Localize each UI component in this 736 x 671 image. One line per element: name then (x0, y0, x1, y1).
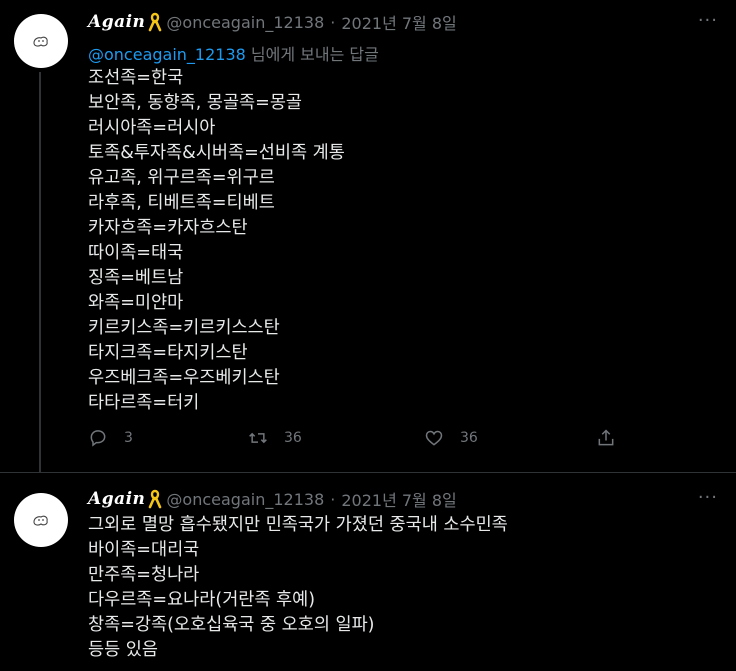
retweet-button[interactable]: 36 (248, 428, 302, 448)
tweet-header: Again @onceagain_12138 · 2021년 7월 8일 ··· (88, 10, 736, 34)
tweet-line: 토족&투자족&시버족=선비족 계통 (88, 143, 345, 163)
tweet-line: 우즈베크족=우즈베키스탄 (88, 368, 280, 388)
share-button[interactable] (596, 428, 616, 448)
header-separator: · (330, 12, 336, 32)
tweet-line: 징족=베트남 (88, 268, 184, 288)
avatar[interactable] (14, 14, 68, 68)
more-icon[interactable]: ··· (698, 12, 718, 30)
tweet-line: 와족=미얀마 (88, 293, 184, 313)
retweet-icon (249, 432, 267, 444)
tweet-line: 카자흐족=카자흐스탄 (88, 218, 248, 238)
user-handle[interactable]: @onceagain_12138 (166, 490, 324, 509)
tweet-line: 바이족=대리국 (88, 540, 200, 560)
tweet-line: 타타르족=터키 (88, 393, 200, 413)
tweet-line: 유고족, 위구르족=위구르 (88, 168, 275, 188)
tweet-date[interactable]: 2021년 7월 8일 (341, 487, 456, 511)
yellow-ribbon-icon (148, 12, 162, 32)
tweet-line: 만주족=청나라 (88, 565, 200, 585)
tweet-line: 따이족=태국 (88, 243, 184, 263)
tweet-line: 키르키스족=키르키스스탄 (88, 318, 280, 338)
tweet-line: 그외로 멸망 흡수됐지만 민족국가 가졌던 중국내 소수민족 (88, 515, 508, 535)
avatar[interactable] (14, 493, 68, 547)
retweet-count: 36 (284, 430, 302, 446)
tweet-body: 그외로 멸망 흡수됐지만 민족국가 가졌던 중국내 소수민족 바이족=대리국 만… (88, 513, 508, 663)
like-button[interactable]: 36 (424, 428, 478, 448)
tweet-body: 조선족=한국 보안족, 동향족, 몽골족=몽골 러시아족=러시아 토족&투자족&… (88, 66, 345, 416)
header-separator: · (330, 489, 336, 509)
tweet-header: Again @onceagain_12138 · 2021년 7월 8일 ··· (88, 487, 736, 511)
tweet-2[interactable]: Again @onceagain_12138 · 2021년 7월 8일 ···… (0, 472, 736, 671)
tweet-line: 창족=강족(오호십육국 중 오호의 일파) (88, 615, 375, 635)
display-name[interactable]: Again (88, 12, 145, 32)
avatar-doodle-icon (33, 36, 48, 47)
tweet-date[interactable]: 2021년 7월 8일 (341, 10, 456, 34)
like-icon (425, 430, 443, 446)
reply-button[interactable]: 3 (88, 428, 133, 448)
tweet-line: 러시아족=러시아 (88, 118, 216, 138)
share-icon (598, 429, 614, 446)
more-icon[interactable]: ··· (698, 489, 718, 507)
tweet-line: 라후족, 티베트족=티베트 (88, 193, 275, 213)
tweet-1[interactable]: Again @onceagain_12138 · 2021년 7월 8일 ···… (0, 0, 736, 472)
avatar-doodle-icon (33, 515, 48, 526)
replying-to: @onceagain_12138 님에게 보내는 답글 (88, 41, 379, 65)
tweet-line: 조선족=한국 (88, 68, 184, 88)
tweet-line: 등등 있음 (88, 640, 158, 660)
replying-mention-link[interactable]: @onceagain_12138 (88, 45, 246, 64)
yellow-ribbon-icon (148, 489, 162, 509)
reply-icon (90, 430, 106, 447)
reply-count: 3 (124, 430, 133, 446)
replying-suffix: 님에게 보내는 답글 (245, 45, 379, 64)
user-handle[interactable]: @onceagain_12138 (166, 13, 324, 32)
tweet-actions: 3 36 36 (88, 428, 628, 458)
tweet-line: 보안족, 동향족, 몽골족=몽골 (88, 93, 303, 113)
tweet-line: 다우르족=요나라(거란족 후예) (88, 590, 316, 610)
display-name[interactable]: Again (88, 489, 145, 509)
like-count: 36 (460, 430, 478, 446)
tweet-line: 타지크족=타지키스탄 (88, 343, 248, 363)
thread-connector-line (39, 72, 41, 472)
